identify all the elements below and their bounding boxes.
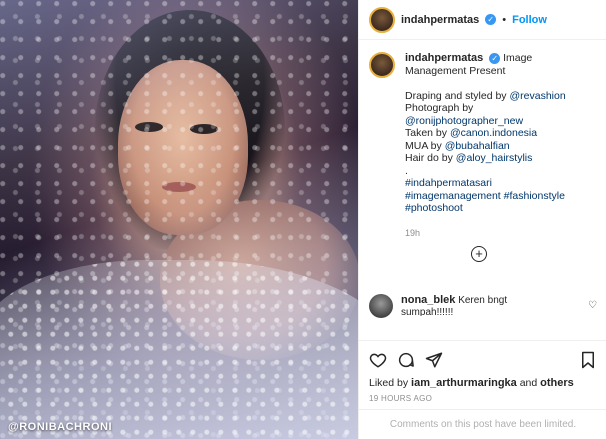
commenter-avatar[interactable]: [369, 294, 393, 318]
draping-label: Draping and styled by: [405, 89, 510, 102]
posted-ago: 19 HOURS AGO: [369, 394, 433, 403]
comment-item: nona_blek Keren bngt sumpah!!!!!! ♡: [369, 294, 597, 318]
action-icons: [369, 349, 597, 371]
verified-badge-icon: ✓: [485, 14, 497, 25]
comment-bubble-icon[interactable]: [397, 351, 415, 369]
caption-time: 19h: [405, 227, 421, 238]
caption-username[interactable]: indahpermatas: [405, 52, 483, 64]
load-more-comments-button[interactable]: +: [471, 246, 487, 262]
caption-line-2: Management Present: [405, 64, 506, 77]
caption: indahpermatas ✓ Image Management Present…: [369, 52, 596, 239]
caption-verified-icon: ✓: [489, 52, 501, 64]
likes-prefix: Liked by: [369, 377, 412, 389]
caption-body: indahpermatas ✓ Image Management Present…: [405, 52, 595, 239]
header-separator: •: [502, 13, 507, 26]
mention-photographer[interactable]: @ronijphotographer_new: [405, 115, 595, 128]
caption-area: indahpermatas ✓ Image Management Present…: [359, 40, 606, 340]
plus-circle-icon: +: [475, 246, 483, 261]
bookmark-icon[interactable]: [579, 351, 597, 369]
comments-limited-notice: Comments on this post have been limited.: [359, 409, 606, 439]
hair-label: Hair do by: [405, 152, 456, 164]
comment-like-heart-icon[interactable]: ♡: [588, 300, 597, 311]
photograph-label: Photograph by: [405, 102, 474, 114]
hashtag-line-2[interactable]: #imagemanagement #fashionstyle: [405, 190, 595, 203]
likes-summary: Liked by iam_arthurmaringka and others: [369, 377, 597, 389]
likes-and: and: [516, 377, 541, 389]
share-send-icon[interactable]: [425, 351, 443, 369]
post-actions: Liked by iam_arthurmaringka and others 1…: [359, 340, 606, 403]
post-photo[interactable]: @RONIBACHRONI: [0, 0, 358, 439]
photo-plastic-wrap: [0, 260, 358, 439]
mention-revashion[interactable]: @revashion: [509, 90, 565, 102]
likes-others[interactable]: others: [540, 377, 574, 389]
photo-watermark: @RONIBACHRONI: [8, 421, 113, 433]
taken-label: Taken by: [405, 127, 450, 139]
hashtag-line-3[interactable]: #photoshoot: [405, 202, 595, 215]
caption-line-1: Image: [503, 52, 533, 64]
likes-user[interactable]: iam_arthurmaringka: [411, 377, 517, 389]
post-viewer: @RONIBACHRONI indahpermatas ✓ • Follow i…: [0, 0, 606, 439]
comment-body: nona_blek Keren bngt sumpah!!!!!!: [401, 294, 561, 316]
like-heart-icon[interactable]: [369, 351, 387, 369]
author-avatar[interactable]: [369, 6, 395, 33]
caption-avatar[interactable]: [369, 52, 395, 78]
hashtag-line-1[interactable]: #indahpermatasari: [405, 177, 595, 190]
mention-hair[interactable]: @aloy_hairstylis: [456, 152, 533, 164]
author-username[interactable]: indahpermatas: [401, 14, 479, 26]
mention-canon[interactable]: @canon.indonesia: [450, 127, 537, 139]
post-header: indahpermatas ✓ • Follow: [359, 0, 606, 40]
caption-dot: .: [405, 164, 408, 177]
mua-label: MUA by: [405, 139, 445, 152]
follow-button[interactable]: Follow: [512, 14, 547, 26]
mention-mua[interactable]: @bubahalfian: [445, 140, 510, 152]
post-side-panel: indahpermatas ✓ • Follow indahpermatas ✓…: [358, 0, 606, 439]
commenter-username[interactable]: nona_blek: [401, 294, 455, 306]
